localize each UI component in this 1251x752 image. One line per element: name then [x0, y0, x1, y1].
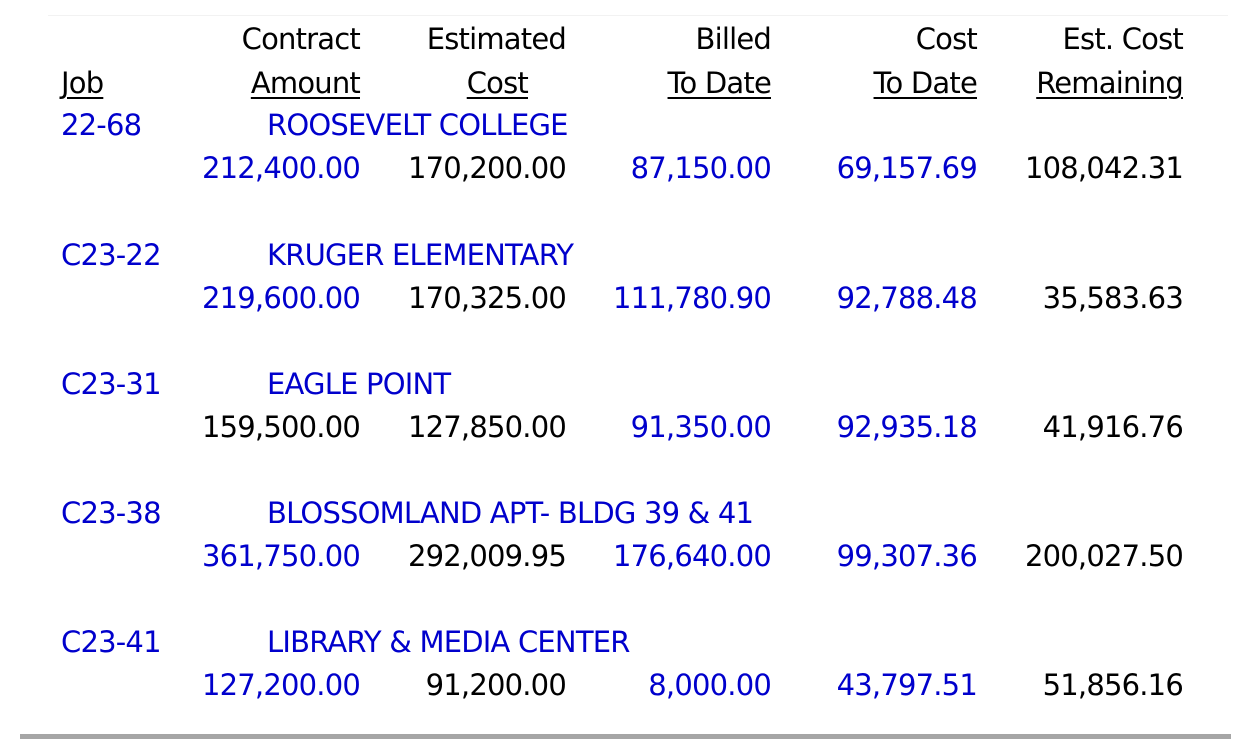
est-cost-remaining: 35,583.63: [1042, 281, 1184, 315]
header-cost-line1: Cost: [915, 22, 978, 56]
job-number-link[interactable]: C23-31: [61, 367, 162, 401]
billed-to-date-link[interactable]: 8,000.00: [648, 668, 772, 702]
contract-amount: 159,500.00: [201, 410, 361, 444]
header-estimated-cost: Cost: [466, 66, 529, 100]
billed-to-date-link[interactable]: 87,150.00: [631, 151, 772, 185]
header-est-cost-line1: Est. Cost: [1062, 22, 1183, 56]
est-cost-remaining: 200,027.50: [1024, 539, 1184, 573]
header-contract-amount: Amount: [250, 66, 361, 100]
est-cost-remaining: 41,916.76: [1042, 410, 1184, 444]
job-number-link[interactable]: C23-41: [61, 625, 162, 659]
billed-to-date-link[interactable]: 111,780.90: [613, 281, 772, 315]
contract-amount-link[interactable]: 127,200.00: [202, 668, 361, 702]
est-cost-remaining: 108,042.31: [1024, 151, 1184, 185]
job-name-link[interactable]: KRUGER ELEMENTARY: [267, 238, 574, 272]
est-cost-remaining: 51,856.16: [1042, 668, 1184, 702]
job-number-link[interactable]: 22-68: [61, 108, 142, 142]
estimated-cost: 170,325.00: [407, 281, 567, 315]
job-name-link[interactable]: BLOSSOMLAND APT- BLDG 39 & 41: [267, 496, 754, 530]
job-number-link[interactable]: C23-22: [61, 238, 162, 272]
contract-amount-link[interactable]: 219,600.00: [202, 281, 361, 315]
cost-to-date-link[interactable]: 99,307.36: [837, 539, 978, 573]
top-divider: [48, 15, 1228, 16]
job-number-link[interactable]: C23-38: [61, 496, 162, 530]
header-billed-line1: Billed: [695, 22, 771, 56]
cost-to-date-link[interactable]: 92,935.18: [837, 410, 978, 444]
contract-amount-link[interactable]: 361,750.00: [202, 539, 361, 573]
job-name-link[interactable]: ROOSEVELT COLLEGE: [267, 108, 569, 142]
estimated-cost: 170,200.00: [407, 151, 567, 185]
estimated-cost: 91,200.00: [425, 668, 567, 702]
header-contract-line1: Contract: [241, 22, 361, 56]
billed-to-date-link[interactable]: 176,640.00: [613, 539, 772, 573]
cost-to-date-link[interactable]: 69,157.69: [837, 151, 978, 185]
header-billed-to-date: To Date: [667, 66, 772, 100]
billed-to-date-link[interactable]: 91,350.00: [631, 410, 772, 444]
estimated-cost: 127,850.00: [407, 410, 567, 444]
contract-amount-link[interactable]: 212,400.00: [202, 151, 361, 185]
header-job: Job: [61, 66, 104, 100]
cost-to-date-link[interactable]: 43,797.51: [837, 668, 978, 702]
header-est-cost-remaining: Remaining: [1036, 66, 1184, 100]
estimated-cost: 292,009.95: [407, 539, 567, 573]
bottom-divider: [20, 734, 1231, 739]
header-cost-to-date: To Date: [873, 66, 978, 100]
job-name-link[interactable]: EAGLE POINT: [267, 367, 451, 401]
header-estimated-line1: Estimated: [426, 22, 567, 56]
cost-to-date-link[interactable]: 92,788.48: [837, 281, 978, 315]
job-name-link[interactable]: LIBRARY & MEDIA CENTER: [267, 625, 630, 659]
